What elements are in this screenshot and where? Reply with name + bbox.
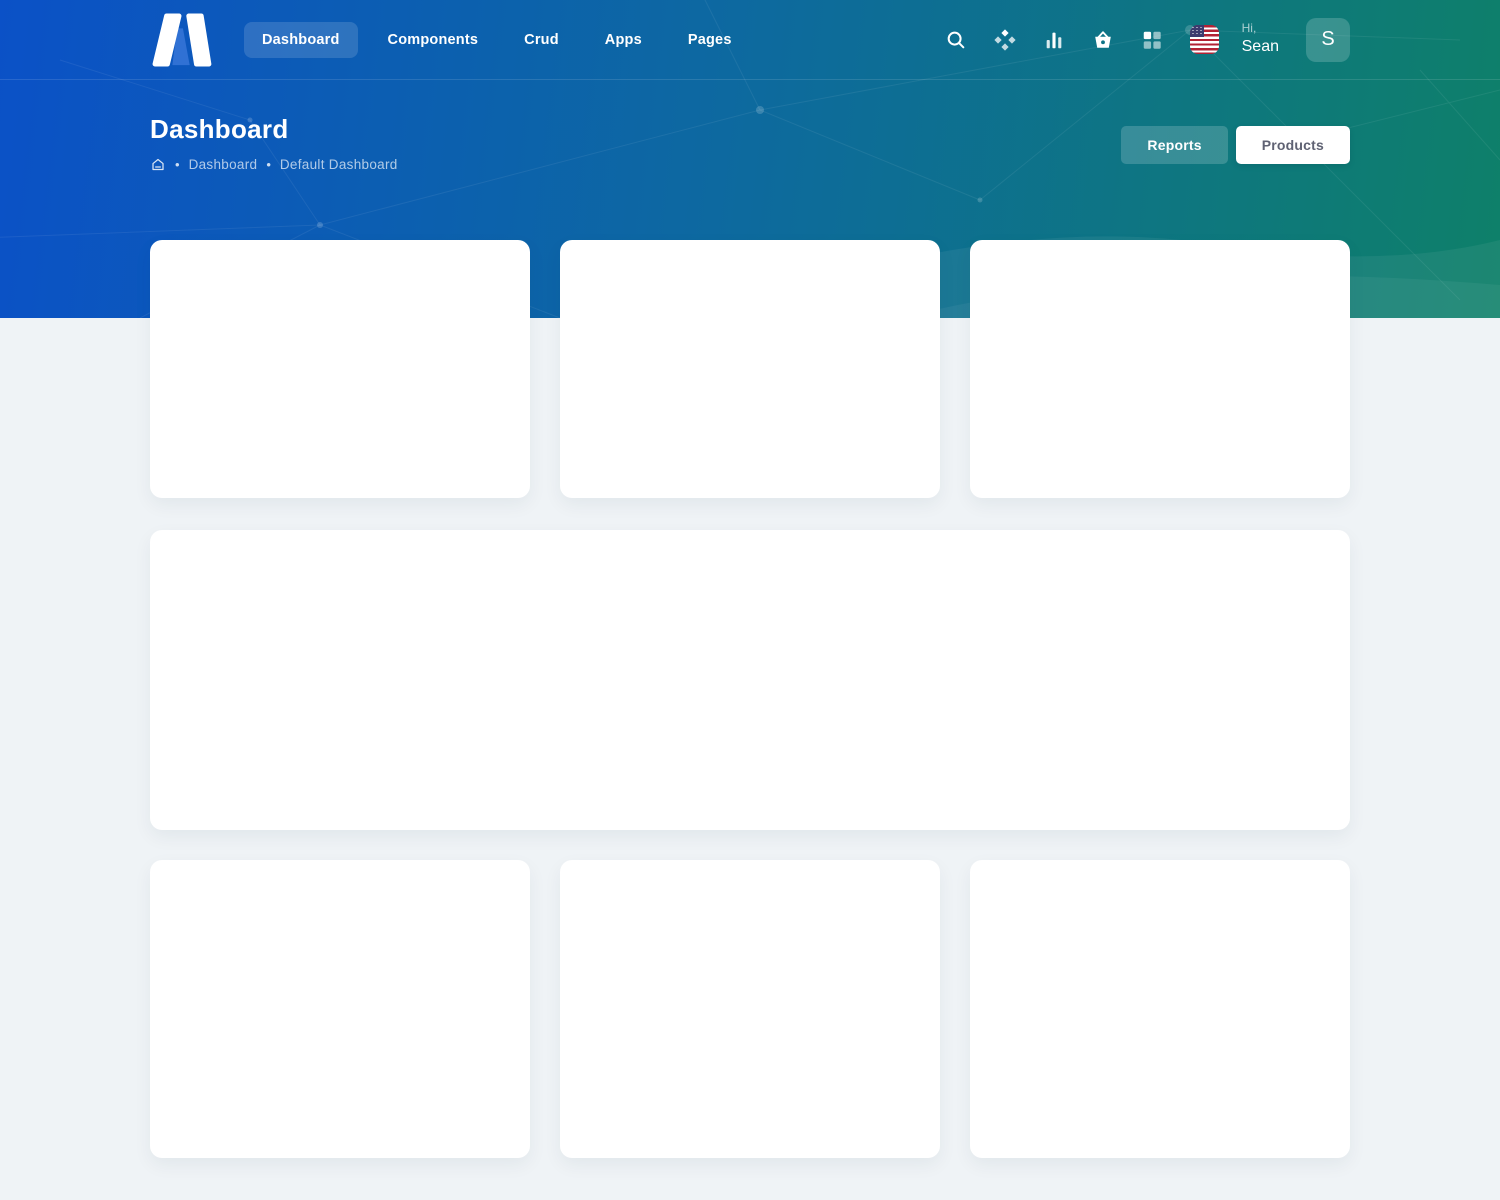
user-greeting[interactable]: Hi, Sean bbox=[1242, 21, 1279, 57]
cards-row-top bbox=[150, 240, 1350, 498]
breadcrumb-item-default-dashboard[interactable]: Default Dashboard bbox=[280, 157, 398, 172]
nav-item-pages[interactable]: Pages bbox=[672, 22, 748, 58]
card-top-3 bbox=[970, 240, 1350, 498]
greeting-prefix: Hi, bbox=[1242, 21, 1279, 37]
card-bottom-1 bbox=[150, 860, 530, 1158]
card-top-1 bbox=[150, 240, 530, 498]
page-header-left: Dashboard • Dashboard • Default Dashboar… bbox=[150, 114, 398, 172]
header-actions: Reports Products bbox=[1121, 126, 1350, 164]
breadcrumb: • Dashboard • Default Dashboard bbox=[150, 157, 398, 172]
user-avatar[interactable]: S bbox=[1306, 18, 1350, 62]
card-bottom-3 bbox=[970, 860, 1350, 1158]
bar-chart-icon[interactable] bbox=[1043, 29, 1065, 51]
card-wide bbox=[150, 530, 1350, 830]
logo-icon bbox=[150, 13, 212, 67]
grid-icon[interactable] bbox=[1141, 29, 1163, 51]
nav-item-dashboard[interactable]: Dashboard bbox=[244, 22, 358, 58]
home-icon[interactable] bbox=[150, 157, 166, 172]
main-nav: Dashboard Components Crud Apps Pages bbox=[244, 22, 748, 58]
app-logo[interactable] bbox=[150, 13, 212, 67]
products-button[interactable]: Products bbox=[1236, 126, 1350, 164]
dashboard-content bbox=[0, 240, 1500, 1200]
breadcrumb-separator: • bbox=[266, 157, 271, 172]
nav-item-apps[interactable]: Apps bbox=[589, 22, 658, 58]
top-navbar: Dashboard Components Crud Apps Pages bbox=[0, 0, 1500, 80]
us-flag-icon[interactable] bbox=[1190, 25, 1219, 54]
avatar-initial: S bbox=[1321, 28, 1334, 51]
breadcrumb-separator: • bbox=[175, 157, 180, 172]
flag-stars bbox=[1191, 26, 1203, 36]
topbar-actions: Hi, Sean S bbox=[945, 18, 1350, 62]
apps-diamond-icon[interactable] bbox=[994, 29, 1016, 51]
nav-item-crud[interactable]: Crud bbox=[508, 22, 575, 58]
card-bottom-2 bbox=[560, 860, 940, 1158]
page-title: Dashboard bbox=[150, 114, 398, 145]
basket-icon[interactable] bbox=[1092, 29, 1114, 51]
search-icon[interactable] bbox=[945, 29, 967, 51]
cards-row-bottom bbox=[150, 860, 1350, 1158]
page-header: Dashboard • Dashboard • Default Dashboar… bbox=[0, 80, 1500, 172]
user-name: Sean bbox=[1242, 37, 1279, 58]
card-top-2 bbox=[560, 240, 940, 498]
nav-item-components[interactable]: Components bbox=[372, 22, 495, 58]
breadcrumb-item-dashboard[interactable]: Dashboard bbox=[189, 157, 258, 172]
reports-button[interactable]: Reports bbox=[1121, 126, 1227, 164]
